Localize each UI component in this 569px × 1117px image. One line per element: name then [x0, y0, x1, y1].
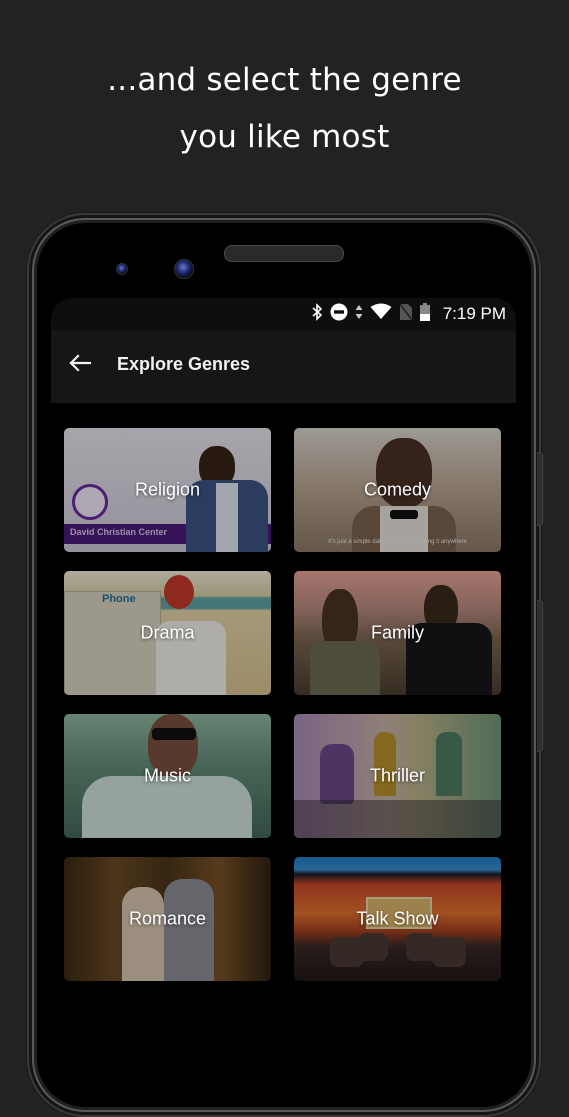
genre-card-drama[interactable]: Phone Drama: [64, 571, 271, 695]
phone-side-button-lower: [537, 600, 543, 752]
genre-grid: David Christian Center Religion It's jus…: [64, 428, 502, 981]
genre-label: Thriller: [369, 765, 425, 786]
wifi-icon: [370, 303, 392, 325]
promo-headline: ...and select the genre you like most: [0, 52, 569, 166]
genre-card-family[interactable]: Family: [294, 571, 501, 695]
phone-front-camera: [174, 259, 194, 279]
page-title: Explore Genres: [117, 354, 251, 374]
genre-label: Family: [371, 622, 424, 643]
genre-card-music[interactable]: Music: [64, 714, 271, 838]
status-bar: 7:19 PM: [51, 298, 516, 330]
phone-side-button-upper: [537, 452, 543, 526]
phone-speaker: [224, 245, 344, 262]
do-not-disturb-icon: [330, 303, 348, 326]
phone-screen: 7:19 PM Explore Genres David Christian C…: [51, 298, 516, 1024]
arrow-left-icon: [69, 353, 92, 377]
genre-label: Talk Show: [356, 908, 439, 929]
promo-line-1: ...and select the genre: [107, 62, 462, 98]
genre-card-religion[interactable]: David Christian Center Religion: [64, 428, 271, 552]
back-button[interactable]: [67, 352, 93, 378]
genre-label: Religion: [134, 479, 201, 500]
genre-label: Drama: [140, 622, 195, 643]
battery-icon: [419, 302, 430, 326]
genre-card-thriller[interactable]: Thriller: [294, 714, 501, 838]
genre-card-romance[interactable]: Romance: [64, 857, 271, 981]
phone-sensor: [116, 263, 128, 275]
genre-card-comedy[interactable]: It's just a simple date, not that I'm ta…: [294, 428, 501, 552]
status-time: 7:19 PM: [442, 304, 506, 323]
genre-label: Music: [143, 765, 191, 786]
genre-label: Romance: [128, 908, 207, 929]
no-sim-icon: [399, 303, 413, 326]
bluetooth-icon: [311, 302, 323, 326]
genre-card-talk-show[interactable]: Talk Show: [294, 857, 501, 981]
data-arrows-icon: [355, 304, 363, 325]
genre-label: Comedy: [363, 479, 432, 500]
promo-line-2: you like most: [179, 119, 390, 155]
app-bar: Explore Genres: [51, 330, 516, 403]
